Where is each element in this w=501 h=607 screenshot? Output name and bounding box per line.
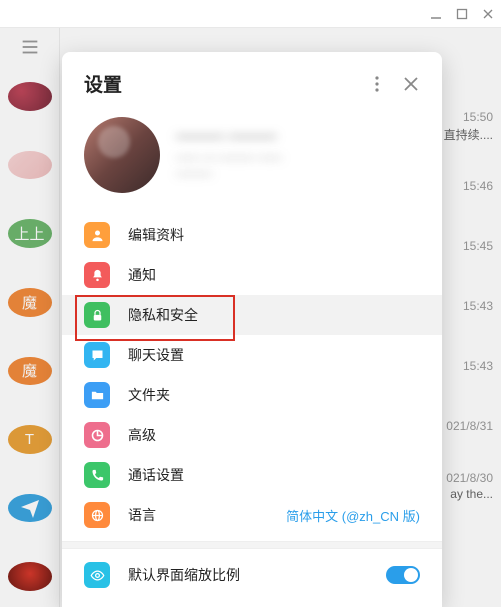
settings-item-label: 语言 — [128, 505, 268, 525]
settings-title: 设置 — [84, 70, 352, 97]
more-options-button[interactable] — [368, 75, 386, 93]
zoom-label: 默认界面缩放比例 — [128, 565, 368, 585]
settings-item-label: 隐私和安全 — [128, 305, 420, 325]
folder-icon — [84, 382, 110, 408]
settings-item-label: 高级 — [128, 425, 420, 445]
settings-item-label: 通话设置 — [128, 465, 420, 485]
window-minimize-button[interactable] — [429, 7, 443, 21]
bell-icon — [84, 262, 110, 288]
settings-item-phone[interactable]: 通话设置 — [62, 455, 442, 495]
chat-icon — [84, 342, 110, 368]
pie-icon — [84, 422, 110, 448]
zoom-toggle[interactable] — [386, 566, 420, 584]
profile-name: ——— ——— — [176, 128, 420, 146]
user-icon — [84, 222, 110, 248]
settings-item-chat[interactable]: 聊天设置 — [62, 335, 442, 375]
profile-username: ——— — [176, 166, 420, 180]
section-divider — [62, 541, 442, 549]
default-zoom-item[interactable]: 默认界面缩放比例 — [62, 555, 442, 595]
settings-item-extra: 简体中文 (@zh_CN 版) — [286, 506, 420, 525]
eye-icon — [84, 562, 110, 588]
lock-icon — [84, 302, 110, 328]
settings-item-folder[interactable]: 文件夹 — [62, 375, 442, 415]
settings-item-label: 通知 — [128, 265, 420, 285]
settings-item-pie[interactable]: 高级 — [62, 415, 442, 455]
settings-item-label: 文件夹 — [128, 385, 420, 405]
settings-item-label: 编辑资料 — [128, 225, 420, 245]
window-close-button[interactable] — [481, 7, 495, 21]
phone-icon — [84, 462, 110, 488]
settings-modal: 设置 ——— ——— —— — ——— —— ——— 编辑资料 通知 隐私和安全… — [62, 52, 442, 607]
titlebar — [0, 0, 501, 28]
profile-avatar — [84, 117, 160, 193]
settings-item-user[interactable]: 编辑资料 — [62, 215, 442, 255]
profile-info: ——— ——— —— — ——— —— ——— — [176, 128, 420, 182]
settings-header: 设置 — [62, 52, 442, 107]
window-maximize-button[interactable] — [455, 7, 469, 21]
profile-phone: —— — ——— —— — [176, 150, 420, 164]
profile-section[interactable]: ——— ——— —— — ——— —— ——— — [62, 107, 442, 215]
settings-list: 编辑资料 通知 隐私和安全 聊天设置 文件夹 高级 通话设置 语言 简体中文 (… — [62, 215, 442, 607]
settings-item-label: 聊天设置 — [128, 345, 420, 365]
close-modal-button[interactable] — [402, 75, 420, 93]
settings-item-lock[interactable]: 隐私和安全 — [62, 295, 442, 335]
settings-item-bell[interactable]: 通知 — [62, 255, 442, 295]
globe-icon — [84, 502, 110, 528]
settings-item-globe[interactable]: 语言 简体中文 (@zh_CN 版) — [62, 495, 442, 535]
